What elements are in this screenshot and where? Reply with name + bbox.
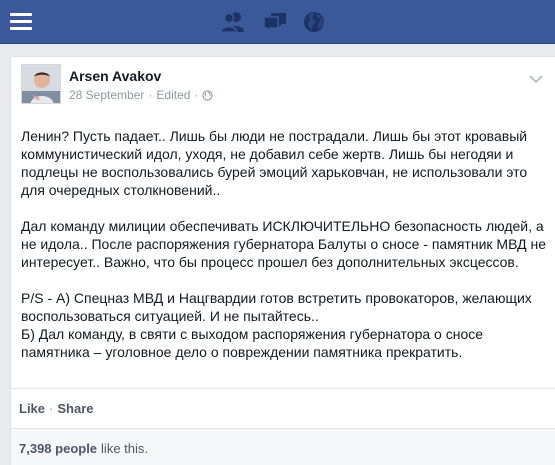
friends-icon-graphic [220,12,244,33]
post-paragraph: Дал команду милиции обеспечивать ИСКЛЮЧИ… [21,218,546,270]
menu-line [10,13,32,16]
author-avatar[interactable] [21,64,61,104]
chevron-down-icon[interactable] [529,71,543,84]
menu-line [10,27,32,30]
edited-label[interactable]: Edited [156,88,190,102]
action-separator: · [49,401,54,416]
messages-icon-graphic [263,13,286,33]
public-globe-icon[interactable] [202,89,214,101]
likes-count-link[interactable]: 7,398 people [19,441,97,456]
post-date[interactable]: 28 September [69,88,144,102]
globe-icon-graphic [304,12,325,32]
meta-separator: · [194,88,199,102]
post-actions-bar: Like · Share [11,388,555,428]
top-navigation-bar [0,0,555,44]
meta-separator: · [148,88,153,102]
share-button[interactable]: Share [57,401,93,416]
menu-line [10,20,32,23]
hamburger-menu-icon[interactable] [10,11,32,33]
post-text: Ленин? Пусть падает.. Лишь бы люди не по… [21,127,546,361]
post-card: Arsen Avakov 28 September · Edited · Лен… [10,56,555,465]
friends-icon[interactable] [220,10,246,34]
likes-text: like this. [101,441,149,456]
chevron-down-graphic [529,75,543,84]
avatar-image [22,65,60,103]
messages-icon[interactable] [262,10,288,34]
post-meta: 28 September · Edited · [69,88,214,102]
post-paragraph: Ленин? Пусть падает.. Лишь бы люди не по… [21,128,528,198]
like-button[interactable]: Like [19,401,45,416]
likes-summary: 7,398 people like this. [11,428,555,465]
author-name[interactable]: Arsen Avakov [69,68,161,84]
post-paragraph: P/S - А) Спецназ МВД и Нацгвардии готов … [21,290,532,360]
globe-icon[interactable] [302,10,328,34]
